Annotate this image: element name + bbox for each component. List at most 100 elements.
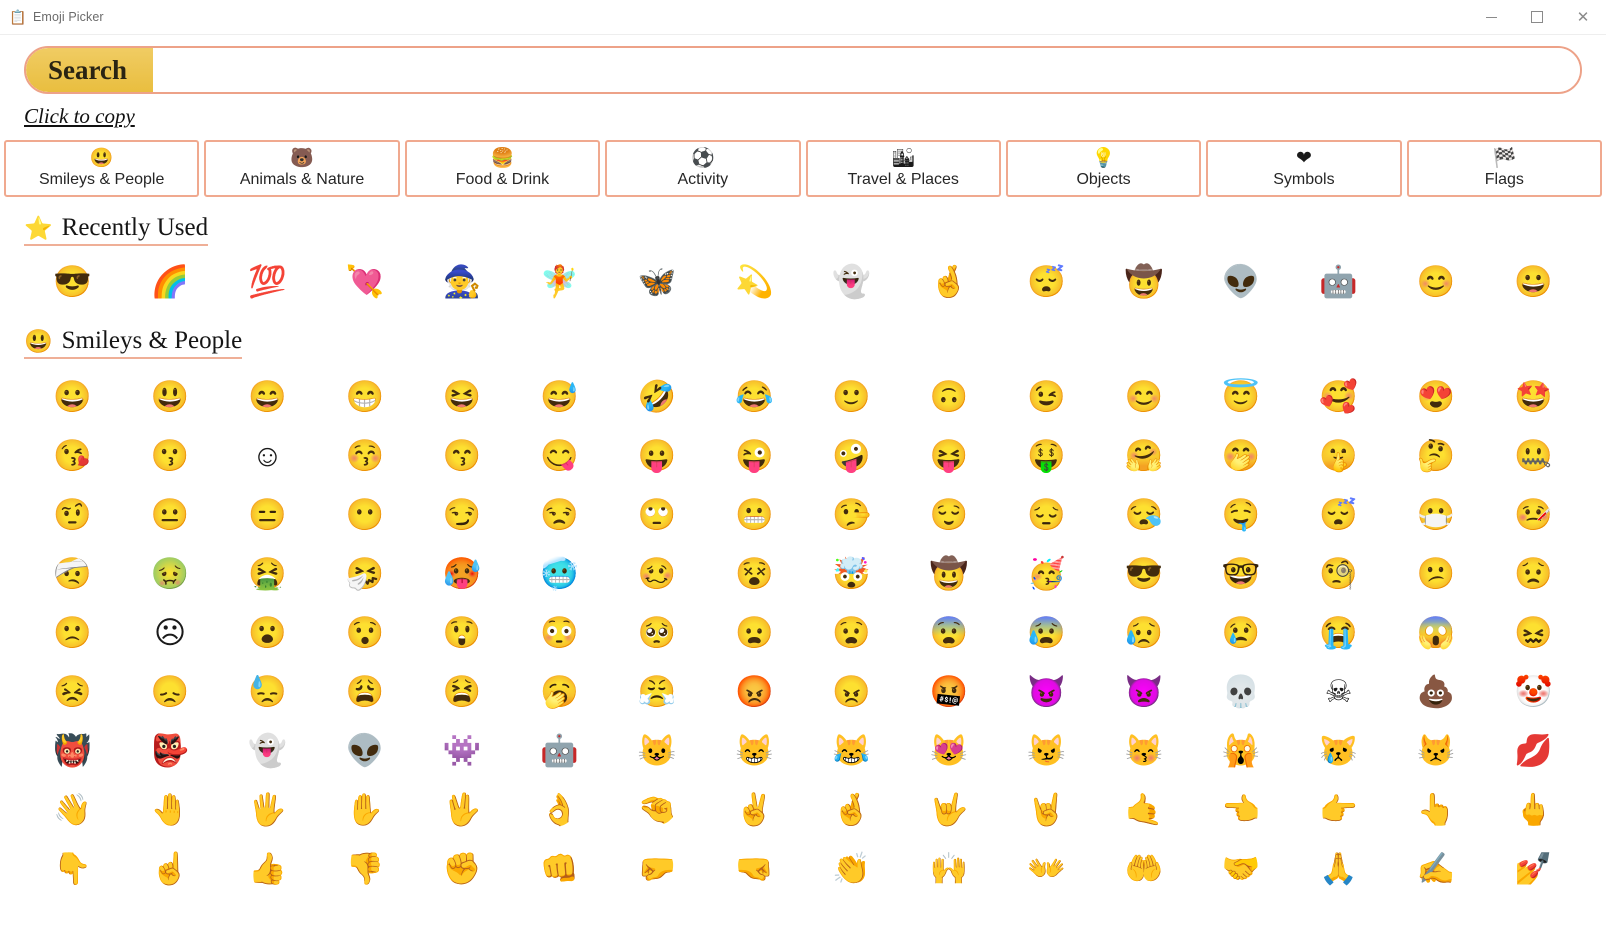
emoji-cell[interactable]: 😽 xyxy=(1095,721,1192,780)
emoji-cell[interactable]: 😧 xyxy=(803,603,900,662)
emoji-cell[interactable]: 👻 xyxy=(219,721,316,780)
tab-smileys-and-people[interactable]: 😃 Smileys & People xyxy=(4,140,200,198)
emoji-cell[interactable]: 😖 xyxy=(1485,603,1582,662)
emoji-cell[interactable]: 😃 xyxy=(121,367,218,426)
tab-objects[interactable]: 💡 Objects xyxy=(1005,140,1202,198)
emoji-cell[interactable]: 👇 xyxy=(24,839,121,898)
emoji-cell[interactable]: 😦 xyxy=(706,603,803,662)
emoji-cell[interactable]: 😇 xyxy=(1193,367,1290,426)
emoji-cell[interactable]: 👊 xyxy=(511,839,608,898)
emoji-cell[interactable]: 😝 xyxy=(900,426,997,485)
emoji-cell[interactable]: 🤩 xyxy=(1485,367,1582,426)
emoji-cell[interactable]: 😷 xyxy=(1387,485,1484,544)
emoji-cell[interactable]: ✊ xyxy=(414,839,511,898)
emoji-cell[interactable]: 🥴 xyxy=(608,544,705,603)
emoji-cell[interactable]: 😏 xyxy=(414,485,511,544)
emoji-cell[interactable]: 😩 xyxy=(316,662,413,721)
emoji-cell[interactable]: 😿 xyxy=(1290,721,1387,780)
emoji-cell[interactable]: 🤨 xyxy=(24,485,121,544)
emoji-cell[interactable]: 😎 xyxy=(24,254,121,310)
emoji-cell[interactable]: ☺ xyxy=(219,426,316,485)
emoji-cell[interactable]: 🤝 xyxy=(1193,839,1290,898)
emoji-cell[interactable]: 🤢 xyxy=(121,544,218,603)
emoji-cell[interactable]: 🤗 xyxy=(1095,426,1192,485)
emoji-cell[interactable]: 🤧 xyxy=(316,544,413,603)
emoji-cell[interactable]: 🤥 xyxy=(803,485,900,544)
emoji-cell[interactable]: 😥 xyxy=(1095,603,1192,662)
emoji-cell[interactable]: 😉 xyxy=(998,367,1095,426)
emoji-cell[interactable]: 😫 xyxy=(414,662,511,721)
emoji-cell[interactable]: 💫 xyxy=(706,254,803,310)
emoji-cell[interactable]: 🤛 xyxy=(608,839,705,898)
emoji-cell[interactable]: 👈 xyxy=(1193,780,1290,839)
emoji-cell[interactable]: 😀 xyxy=(1485,254,1582,310)
emoji-cell[interactable]: 🤠 xyxy=(900,544,997,603)
emoji-cell[interactable]: 😨 xyxy=(900,603,997,662)
emoji-cell[interactable]: 😒 xyxy=(511,485,608,544)
emoji-cell[interactable]: 👌 xyxy=(511,780,608,839)
close-button[interactable]: ✕ xyxy=(1560,0,1606,34)
emoji-cell[interactable]: 😜 xyxy=(706,426,803,485)
emoji-cell[interactable]: 🤯 xyxy=(803,544,900,603)
emoji-cell[interactable]: 🙂 xyxy=(803,367,900,426)
emoji-cell[interactable]: 😰 xyxy=(998,603,1095,662)
emoji-cell[interactable]: 😙 xyxy=(414,426,511,485)
emoji-cell[interactable]: 💘 xyxy=(316,254,413,310)
emoji-cell[interactable]: 🤮 xyxy=(219,544,316,603)
emoji-cell[interactable]: 🤓 xyxy=(1193,544,1290,603)
emoji-cell[interactable]: 🤣 xyxy=(608,367,705,426)
emoji-cell[interactable]: 😚 xyxy=(316,426,413,485)
emoji-cell[interactable]: 😔 xyxy=(998,485,1095,544)
emoji-cell[interactable]: 😤 xyxy=(608,662,705,721)
emoji-cell[interactable]: 🤡 xyxy=(1485,662,1582,721)
emoji-cell[interactable]: 🤜 xyxy=(706,839,803,898)
emoji-cell[interactable]: 🖕 xyxy=(1485,780,1582,839)
emoji-cell[interactable]: 👉 xyxy=(1290,780,1387,839)
emoji-cell[interactable]: 😮 xyxy=(219,603,316,662)
emoji-cell[interactable]: 👆 xyxy=(1387,780,1484,839)
emoji-cell[interactable]: 😛 xyxy=(608,426,705,485)
emoji-cell[interactable]: 💅 xyxy=(1485,839,1582,898)
emoji-cell[interactable]: 😬 xyxy=(706,485,803,544)
emoji-cell[interactable]: 🙌 xyxy=(900,839,997,898)
emoji-cell[interactable]: 😊 xyxy=(1095,367,1192,426)
emoji-cell[interactable]: 🤚 xyxy=(121,780,218,839)
emoji-cell[interactable]: 🥳 xyxy=(998,544,1095,603)
emoji-cell[interactable]: 🤭 xyxy=(1193,426,1290,485)
emoji-cell[interactable]: 😓 xyxy=(219,662,316,721)
emoji-cell[interactable]: 🥱 xyxy=(511,662,608,721)
emoji-cell[interactable]: 😯 xyxy=(316,603,413,662)
emoji-cell[interactable]: 🧙 xyxy=(414,254,511,310)
emoji-cell[interactable]: 🤕 xyxy=(24,544,121,603)
emoji-cell[interactable]: ☝ xyxy=(121,839,218,898)
emoji-cell[interactable]: 🤞 xyxy=(900,254,997,310)
minimize-button[interactable] xyxy=(1468,0,1514,34)
emoji-cell[interactable]: 🤲 xyxy=(1095,839,1192,898)
emoji-cell[interactable]: 🙏 xyxy=(1290,839,1387,898)
emoji-cell[interactable]: 😡 xyxy=(706,662,803,721)
emoji-cell[interactable]: 😞 xyxy=(121,662,218,721)
emoji-cell[interactable]: 🤙 xyxy=(1095,780,1192,839)
emoji-cell[interactable]: 😱 xyxy=(1387,603,1484,662)
emoji-cell[interactable]: 💀 xyxy=(1193,662,1290,721)
emoji-cell[interactable]: 🤑 xyxy=(998,426,1095,485)
emoji-cell[interactable]: 👻 xyxy=(803,254,900,310)
emoji-cell[interactable]: 😋 xyxy=(511,426,608,485)
emoji-cell[interactable]: 🥺 xyxy=(608,603,705,662)
emoji-cell[interactable]: 😶 xyxy=(316,485,413,544)
emoji-cell[interactable]: 👽 xyxy=(316,721,413,780)
emoji-cell[interactable]: 🌈 xyxy=(121,254,218,310)
emoji-cell[interactable]: 😘 xyxy=(24,426,121,485)
emoji-cell[interactable]: 👋 xyxy=(24,780,121,839)
emoji-cell[interactable]: 😻 xyxy=(900,721,997,780)
emoji-cell[interactable]: 🤪 xyxy=(803,426,900,485)
emoji-cell[interactable]: 👏 xyxy=(803,839,900,898)
emoji-cell[interactable]: 😪 xyxy=(1095,485,1192,544)
emoji-cell[interactable]: 👾 xyxy=(414,721,511,780)
emoji-cell[interactable]: 💯 xyxy=(219,254,316,310)
emoji-cell[interactable]: ✌ xyxy=(706,780,803,839)
emoji-cell[interactable]: 🥵 xyxy=(414,544,511,603)
emoji-cell[interactable]: ✋ xyxy=(316,780,413,839)
search-bar[interactable]: Search xyxy=(24,46,1582,94)
emoji-cell[interactable]: 🤒 xyxy=(1485,485,1582,544)
